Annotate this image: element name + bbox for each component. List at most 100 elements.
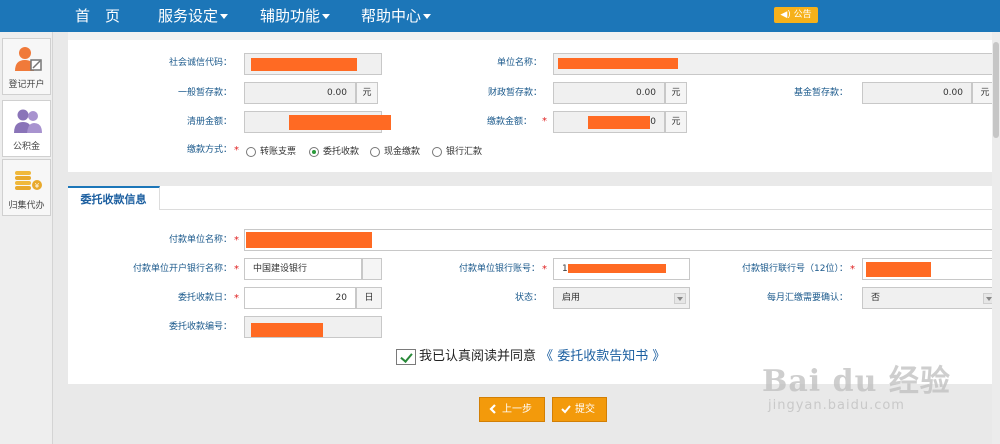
account-label: 付款单位银行账号：	[458, 264, 540, 274]
tab-entrust-info[interactable]: 委托收款信息	[68, 186, 160, 210]
redacted-mask	[866, 262, 931, 277]
credit-code-field[interactable]	[244, 53, 382, 75]
prev-step-button[interactable]: 上一步	[479, 397, 545, 422]
general-deposit-label: 一般暂存款：	[177, 88, 232, 98]
nav-assist-functions[interactable]: 辅助功能	[260, 0, 331, 32]
unit-name-label: 单位名称：	[496, 58, 542, 68]
scrollbar-thumb[interactable]	[993, 42, 999, 138]
finance-deposit-value: 0.00	[635, 88, 656, 98]
bank-number-field[interactable]	[862, 258, 999, 280]
bank-picker-button[interactable]	[362, 258, 382, 280]
tab-divider	[160, 209, 1000, 210]
sidebar-item-collection[interactable]: ¥ 归集代办	[2, 159, 51, 216]
redacted-mask	[251, 323, 323, 337]
payer-name-label: 付款单位名称：	[168, 235, 232, 245]
submit-button[interactable]: 提交	[552, 397, 607, 422]
svg-text:¥: ¥	[35, 182, 40, 190]
chevron-down-icon	[220, 14, 229, 19]
agreement-link[interactable]: 《 委托收款告知书 》	[540, 349, 665, 364]
radio-bank-remit-label: 银行汇款	[446, 147, 483, 157]
payment-method-label: 缴款方式：	[186, 145, 232, 155]
status-value: 启用	[562, 293, 581, 303]
radio-cash-label: 现金缴款	[384, 147, 421, 157]
required-asterisk: *	[850, 264, 855, 275]
unit-yuan: 元	[665, 111, 687, 133]
pay-amount-tail: 0	[650, 117, 656, 127]
roster-amount-label: 清册金额：	[186, 117, 232, 127]
radio-transfer-check-label: 转账支票	[260, 147, 297, 157]
credit-code-label: 社会诚信代码：	[168, 58, 232, 68]
roster-amount-field[interactable]	[244, 111, 391, 133]
nav-service-label: 服务设定	[158, 7, 219, 25]
collection-code-field[interactable]	[244, 316, 382, 338]
redacted-mask	[568, 264, 666, 273]
status-label: 状态：	[514, 293, 542, 303]
top-nav-bar: 首 页 服务设定 辅助功能 帮助中心 ◀) 公告	[0, 0, 1000, 32]
pay-amount-field[interactable]: 0	[553, 111, 665, 133]
chevron-down-icon	[674, 293, 686, 304]
submit-label: 提交	[575, 404, 595, 415]
monthly-confirm-label: 每月汇缴需要确认：	[766, 293, 848, 303]
watermark-url: jingyan.baidu.com	[768, 398, 905, 413]
redacted-mask	[251, 58, 357, 71]
monthly-confirm-value: 否	[871, 293, 881, 303]
nav-help-label: 帮助中心	[361, 7, 422, 25]
pay-amount-label: 缴款金额：	[486, 117, 532, 127]
required-asterisk: *	[234, 293, 239, 304]
sidebar-item-label: 公积金	[12, 142, 40, 152]
radio-entrust-collection[interactable]	[309, 147, 319, 157]
account-field[interactable]: 1	[553, 258, 690, 280]
collection-day-field[interactable]: 20	[244, 287, 356, 309]
notice-button[interactable]: ◀) 公告	[774, 7, 818, 23]
bank-number-label: 付款银行联行号（12位）：	[742, 264, 848, 274]
chevron-left-icon	[489, 404, 496, 414]
bank-name-field[interactable]: 中国建设银行	[244, 258, 362, 280]
required-asterisk: *	[542, 264, 547, 275]
sidebar-item-register[interactable]: 登记开户	[2, 38, 51, 95]
unit-yuan: 元	[665, 82, 687, 104]
required-asterisk: *	[542, 116, 547, 127]
fund-deposit-field[interactable]: 0.00	[862, 82, 972, 104]
required-asterisk: *	[234, 235, 239, 246]
bank-name-label: 付款单位开户银行名称：	[132, 264, 232, 274]
nav-service-settings[interactable]: 服务设定	[158, 0, 229, 32]
required-asterisk: *	[234, 264, 239, 275]
monthly-confirm-select[interactable]: 否	[862, 287, 999, 309]
nav-home[interactable]: 首 页	[75, 0, 120, 32]
agreement-checkbox[interactable]	[396, 349, 416, 365]
nav-home-label: 首 页	[75, 7, 121, 25]
payer-name-field[interactable]	[244, 229, 999, 251]
users-icon	[14, 109, 42, 133]
radio-bank-remit[interactable]	[432, 147, 442, 157]
required-asterisk: *	[234, 145, 239, 156]
prev-step-label: 上一步	[502, 404, 532, 415]
coins-icon: ¥	[15, 171, 42, 190]
radio-entrust-collection-label: 委托收款	[323, 147, 360, 157]
sidebar-item-provident-fund[interactable]: 公积金	[2, 100, 51, 157]
finance-deposit-field[interactable]: 0.00	[553, 82, 665, 104]
fund-deposit-value: 0.00	[942, 88, 963, 98]
user-edit-icon	[15, 47, 42, 71]
radio-transfer-check[interactable]	[246, 147, 256, 157]
status-select[interactable]: 启用	[553, 287, 690, 309]
watermark-logo-text: Bai du 经验	[762, 364, 951, 399]
chevron-down-icon	[322, 14, 331, 19]
notice-label: 公告	[793, 10, 812, 20]
general-deposit-field[interactable]: 0.00	[244, 82, 356, 104]
nav-help-center[interactable]: 帮助中心	[361, 0, 432, 32]
collection-day-value: 20	[335, 293, 347, 303]
finance-deposit-label: 财政暂存款：	[487, 88, 542, 98]
redacted-mask	[246, 232, 372, 248]
sidebar-item-label: 归集代办	[8, 201, 45, 211]
radio-cash[interactable]	[370, 147, 380, 157]
redacted-mask	[588, 116, 650, 129]
unit-name-field[interactable]	[553, 53, 999, 75]
bank-name-value: 中国建设银行	[253, 264, 308, 274]
general-deposit-value: 0.00	[326, 88, 347, 98]
check-icon	[561, 405, 571, 414]
day-unit: 日	[356, 287, 382, 309]
sidebar: 登记开户 公积金 ¥ 归集代办	[0, 32, 53, 444]
vertical-scrollbar[interactable]	[992, 32, 1000, 444]
agreement-text: 我已认真阅读并同意	[419, 349, 537, 364]
unit-yuan: 元	[356, 82, 378, 104]
